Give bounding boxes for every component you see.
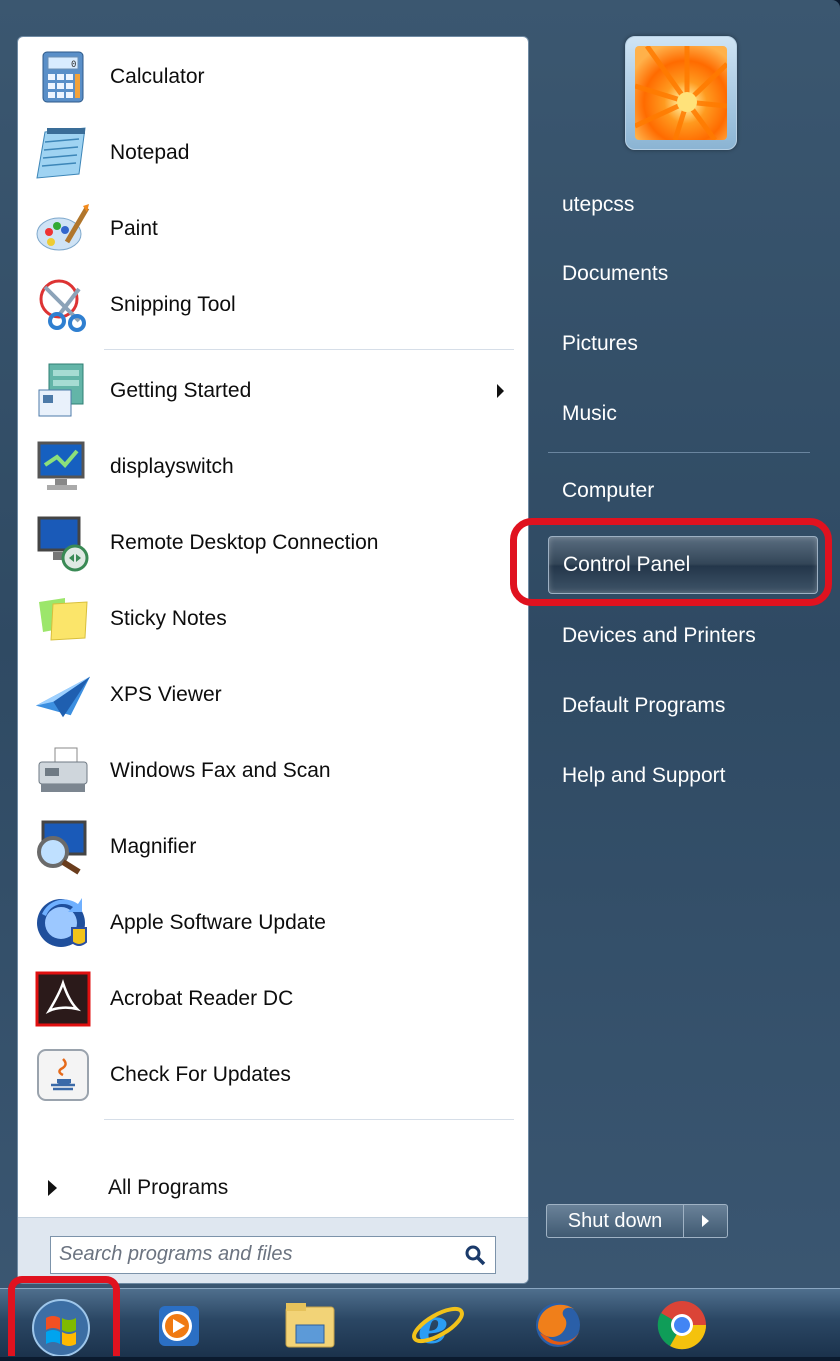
program-label: displayswitch [110,455,234,478]
program-separator [104,349,514,350]
program-label: Paint [110,217,158,240]
file-explorer-icon[interactable] [282,1297,338,1353]
search-icon[interactable] [463,1243,487,1267]
internet-explorer-icon[interactable]: e [410,1297,466,1353]
program-item-java-update[interactable]: Check For Updates [18,1037,528,1113]
program-item-magnifier[interactable]: Magnifier [18,809,528,885]
right-link-default-programs[interactable]: Default Programs [548,681,818,731]
program-label: XPS Viewer [110,683,222,706]
program-item-displayswitch[interactable]: displayswitch [18,429,528,505]
right-link-help-support[interactable]: Help and Support [548,751,818,801]
programs-pane: 0 Calculator Notepad Paint Snipping Tool… [17,36,529,1284]
firefox-icon[interactable] [530,1297,586,1353]
program-item-paint[interactable]: Paint [18,191,528,267]
program-item-getting-started[interactable]: Getting Started [18,353,528,429]
right-link-pictures[interactable]: Pictures [548,319,818,369]
magnifier-icon [34,818,92,876]
search-box[interactable] [50,1236,496,1274]
snipping-tool-icon [34,276,92,334]
shutdown-button[interactable]: Shut down [546,1204,684,1238]
program-item-apple-update[interactable]: Apple Software Update [18,885,528,961]
program-label: Getting Started [110,379,252,402]
paint-icon [34,200,92,258]
start-menu: 0 Calculator Notepad Paint Snipping Tool… [0,0,840,1288]
svg-text:0: 0 [71,60,76,70]
start-button[interactable] [18,1296,104,1357]
program-item-sticky-notes[interactable]: Sticky Notes [18,581,528,657]
right-link-user[interactable]: utepcss [548,180,818,230]
program-label: Check For Updates [110,1063,291,1086]
program-label: Acrobat Reader DC [110,987,294,1010]
displayswitch-icon [34,438,92,496]
arrow-right-icon [48,1180,57,1196]
notepad-icon [34,124,92,182]
java-update-icon [34,1046,92,1104]
getting-started-icon [34,362,92,420]
calculator-icon: 0 [34,48,92,106]
windows-media-player-icon[interactable] [150,1297,206,1353]
right-link-music[interactable]: Music [548,389,818,439]
program-label: Remote Desktop Connection [110,531,379,554]
program-item-calculator[interactable]: 0 Calculator [18,39,528,115]
apple-update-icon [34,894,92,952]
all-programs-button[interactable]: All Programs [18,1163,528,1213]
program-label: Apple Software Update [110,911,326,934]
taskbar: e [0,1288,840,1357]
program-separator [104,1119,514,1120]
program-label: Snipping Tool [110,293,236,316]
xps-viewer-icon [34,666,92,724]
program-item-notepad[interactable]: Notepad [18,115,528,191]
chrome-icon[interactable] [654,1297,710,1353]
program-item-fax-scan[interactable]: Windows Fax and Scan [18,733,528,809]
remote-desktop-icon [34,514,92,572]
program-label: Magnifier [110,835,197,858]
program-label: Calculator [110,65,205,88]
search-area [18,1217,528,1283]
fax-scan-icon [34,742,92,800]
program-item-xps-viewer[interactable]: XPS Viewer [18,657,528,733]
right-separator [548,452,810,453]
sticky-notes-icon [34,590,92,648]
program-item-acrobat[interactable]: Acrobat Reader DC [18,961,528,1037]
arrow-right-icon [702,1215,709,1227]
program-item-remote-desktop[interactable]: Remote Desktop Connection [18,505,528,581]
right-link-devices-printers[interactable]: Devices and Printers [548,611,818,661]
shutdown-options-button[interactable] [684,1204,728,1238]
submenu-arrow-icon [497,384,504,398]
flower-picture [635,46,727,140]
control-panel-highlight [510,518,832,606]
all-programs-label: All Programs [108,1176,229,1199]
acrobat-icon [34,970,92,1028]
program-label: Sticky Notes [110,607,227,630]
program-label: Notepad [110,141,190,164]
right-link-computer[interactable]: Computer [548,466,818,516]
user-picture[interactable] [625,36,737,150]
shutdown-control: Shut down [546,1204,730,1240]
program-label: Windows Fax and Scan [110,759,331,782]
program-item-snipping-tool[interactable]: Snipping Tool [18,267,528,343]
right-link-documents[interactable]: Documents [548,249,818,299]
search-input[interactable] [59,1237,439,1271]
